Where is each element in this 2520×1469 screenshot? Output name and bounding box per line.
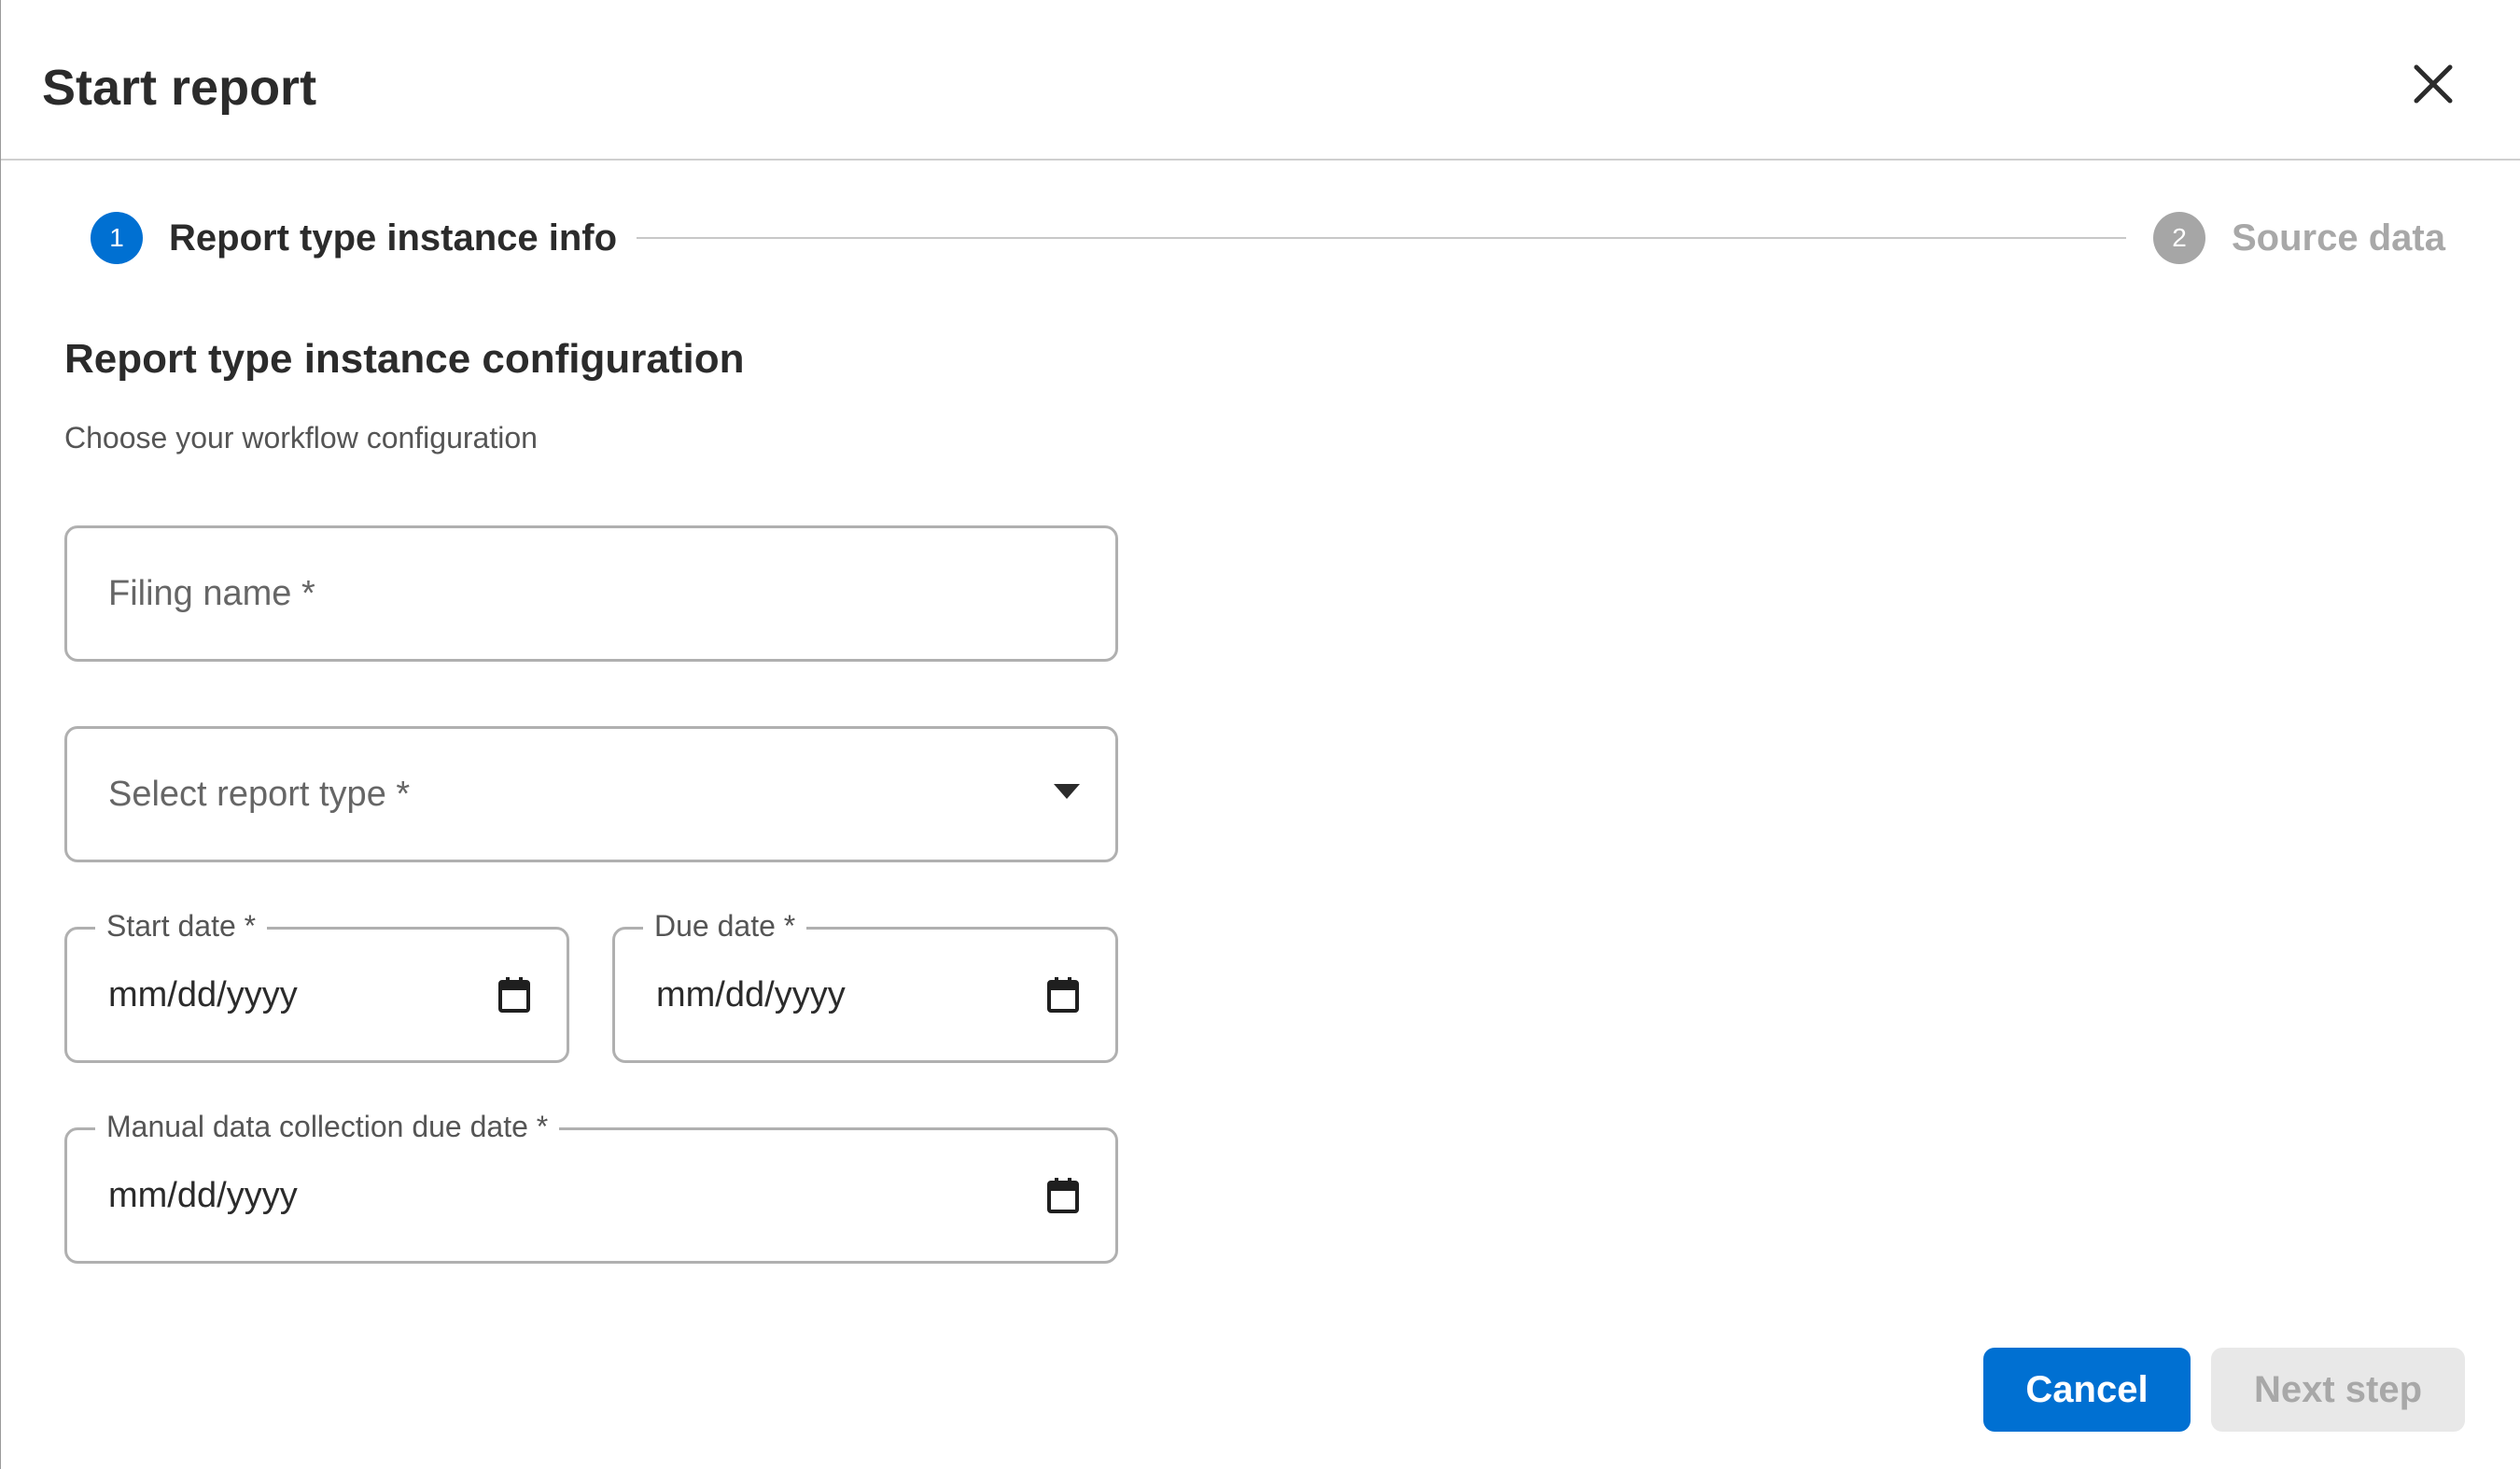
due-date-field[interactable]: Due date * mm/dd/yyyy	[612, 907, 1118, 1063]
calendar-icon[interactable]	[1046, 976, 1080, 1014]
stepper: 1 Report type instance info 2 Source dat…	[1, 205, 2520, 271]
cancel-button[interactable]: Cancel	[1983, 1348, 2191, 1432]
step-2-label: Source data	[2232, 217, 2445, 259]
step-1-number: 1	[91, 212, 143, 264]
start-date-input[interactable]: mm/dd/yyyy	[108, 930, 298, 1060]
calendar-icon[interactable]	[1046, 1177, 1080, 1214]
dialog-header: Start report	[1, 0, 2520, 161]
manual-data-collection-due-date-field[interactable]: Manual data collection due date * mm/dd/…	[64, 1108, 1118, 1264]
start-date-field[interactable]: Start date * mm/dd/yyyy	[64, 907, 569, 1063]
step-1-label: Report type instance info	[169, 217, 618, 259]
manual-due-date-input[interactable]: mm/dd/yyyy	[108, 1130, 298, 1261]
next-step-button[interactable]: Next step	[2211, 1348, 2465, 1432]
close-icon	[2414, 64, 2453, 104]
report-type-placeholder: Select report type *	[108, 774, 411, 814]
filing-name-input[interactable]: Filing name *	[64, 525, 1118, 662]
report-type-select[interactable]: Select report type *	[64, 726, 1118, 862]
filing-name-placeholder: Filing name *	[108, 573, 315, 613]
caret-down-icon	[1054, 784, 1080, 801]
due-date-input[interactable]: mm/dd/yyyy	[656, 930, 846, 1060]
section-subtitle: Choose your workflow configuration	[64, 421, 538, 455]
calendar-icon[interactable]	[497, 976, 531, 1014]
step-2-number: 2	[2153, 212, 2205, 264]
start-report-dialog: Start report 1 Report type instance info…	[0, 0, 2520, 1469]
step-connector	[637, 237, 2126, 239]
close-button[interactable]	[2403, 54, 2463, 114]
section-title: Report type instance configuration	[64, 336, 745, 382]
dialog-title: Start report	[42, 60, 317, 116]
